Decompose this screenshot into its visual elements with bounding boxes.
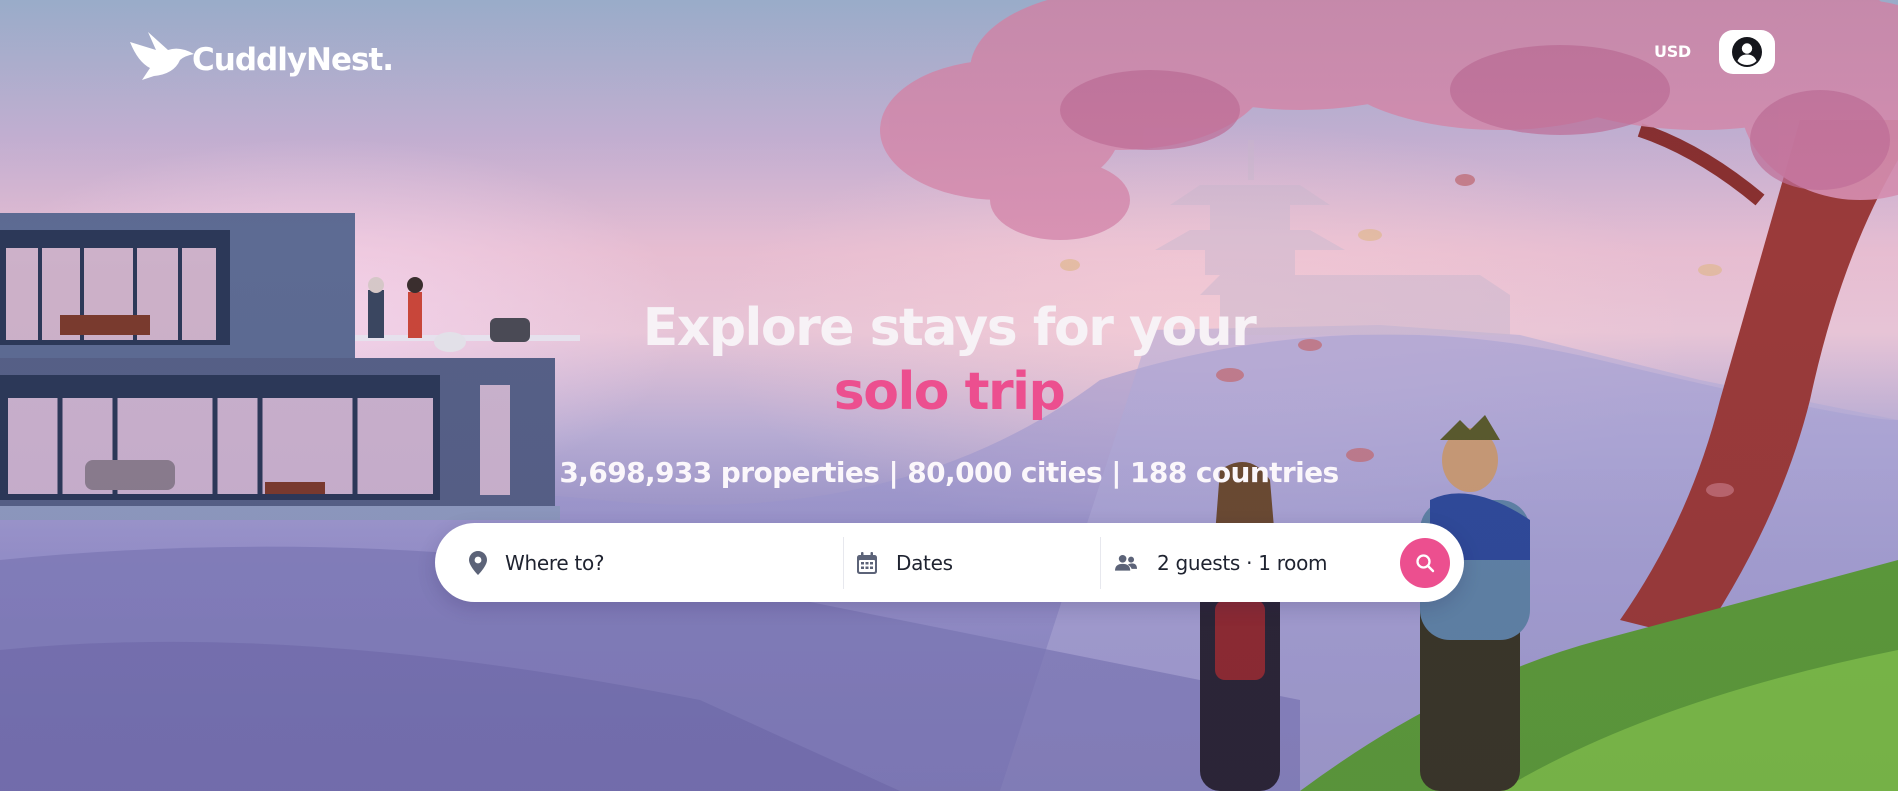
where-field[interactable]: Where to? — [435, 523, 843, 602]
hero-title-line1: Explore stays for your — [642, 298, 1257, 358]
dates-field[interactable]: Dates — [844, 523, 1100, 602]
account-button[interactable] — [1719, 30, 1775, 74]
users-icon — [1115, 552, 1137, 574]
hummingbird-logo-icon — [130, 32, 194, 80]
user-circle-icon — [1732, 37, 1762, 67]
hero-title: Explore stays for your solo trip — [0, 296, 1898, 424]
search-bar: Where to? Dates 2 guests · 1 room — [435, 523, 1464, 602]
dates-label: Dates — [896, 550, 953, 575]
search-icon — [1416, 554, 1435, 573]
calendar-icon — [856, 551, 878, 574]
currency-selector[interactable]: USD — [1654, 42, 1691, 61]
hero-title-accent: solo trip — [833, 362, 1066, 422]
search-button[interactable] — [1400, 538, 1450, 588]
brand-name: CuddlyNest. — [192, 42, 394, 78]
brand-logo[interactable]: CuddlyNest. — [128, 20, 394, 80]
map-pin-icon — [467, 550, 489, 575]
guests-label: 2 guests · 1 room — [1157, 550, 1328, 575]
guests-field[interactable]: 2 guests · 1 room — [1101, 523, 1401, 602]
hero-stats: 3,698,933 properties | 80,000 cities | 1… — [559, 456, 1339, 489]
where-label: Where to? — [505, 550, 605, 575]
